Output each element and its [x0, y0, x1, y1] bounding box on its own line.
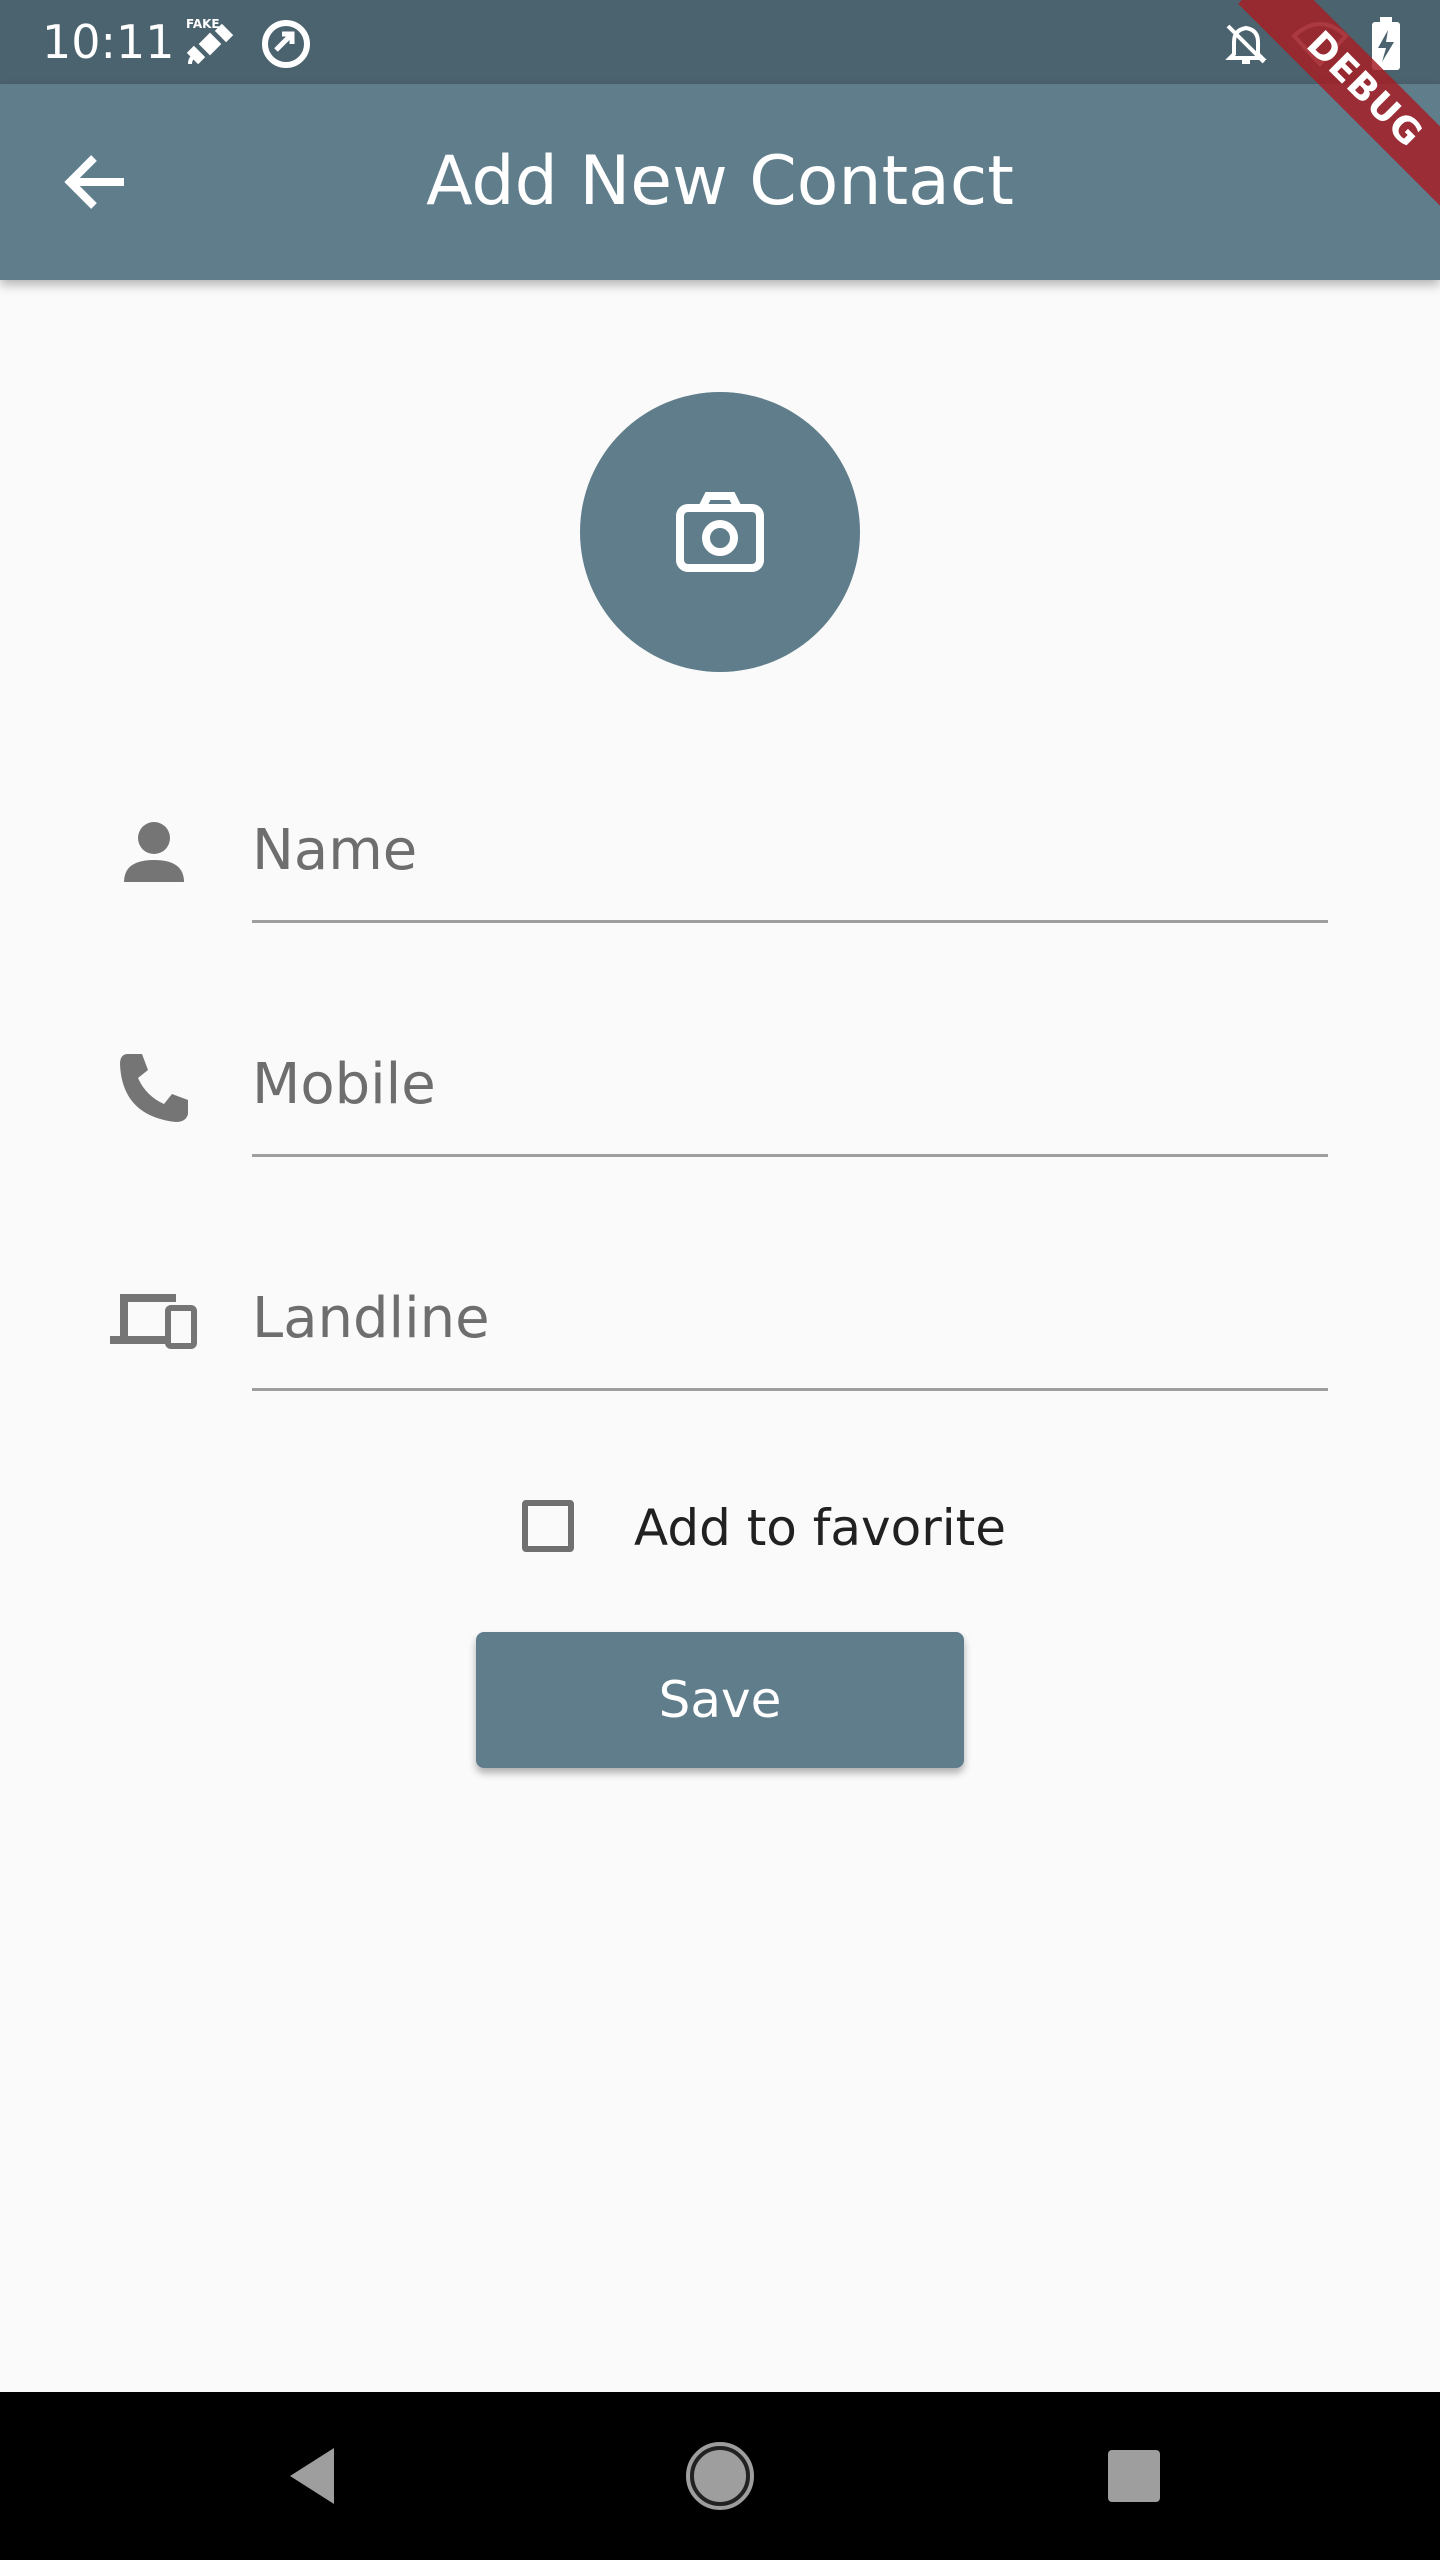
status-time: 10:11: [42, 15, 175, 69]
favorite-checkbox[interactable]: [522, 1500, 574, 1552]
person-icon: [124, 822, 184, 882]
phone-icon: [120, 1054, 188, 1122]
home-circle-icon: [686, 2442, 754, 2510]
svg-text:FAKE: FAKE: [186, 17, 220, 31]
data-saver-icon: [262, 20, 310, 68]
name-field[interactable]: [252, 780, 1328, 923]
recents-square-icon: [1108, 2450, 1160, 2502]
fake-gps-icon: FAKE: [186, 17, 234, 65]
landline-field-row: [0, 1248, 1440, 1428]
mobile-field[interactable]: [252, 1014, 1328, 1157]
system-nav-bar: [0, 2392, 1440, 2560]
nav-recents-button[interactable]: [1090, 2432, 1178, 2520]
favorite-label: Add to favorite: [634, 1499, 1007, 1557]
name-field-row: [0, 780, 1440, 960]
notifications-off-icon: [1225, 24, 1267, 64]
app-bar: Add New Contact: [0, 84, 1440, 280]
devices-icon: [110, 1294, 197, 1349]
mobile-field-row: [0, 1014, 1440, 1194]
landline-field[interactable]: [252, 1248, 1328, 1391]
save-button[interactable]: Save: [476, 1632, 964, 1768]
nav-back-button[interactable]: [274, 2432, 362, 2520]
favorite-row[interactable]: Add to favorite: [510, 1488, 1070, 1572]
back-triangle-icon: [290, 2448, 334, 2504]
camera-icon: [676, 492, 764, 572]
status-bar: 10:11 FAKE: [0, 0, 1440, 84]
nav-home-button[interactable]: [676, 2432, 764, 2520]
battery-charging-icon: [1372, 17, 1400, 70]
photo-picker-button[interactable]: [580, 392, 860, 672]
page-title: Add New Contact: [426, 142, 1014, 221]
wifi-icon: [1291, 22, 1349, 67]
